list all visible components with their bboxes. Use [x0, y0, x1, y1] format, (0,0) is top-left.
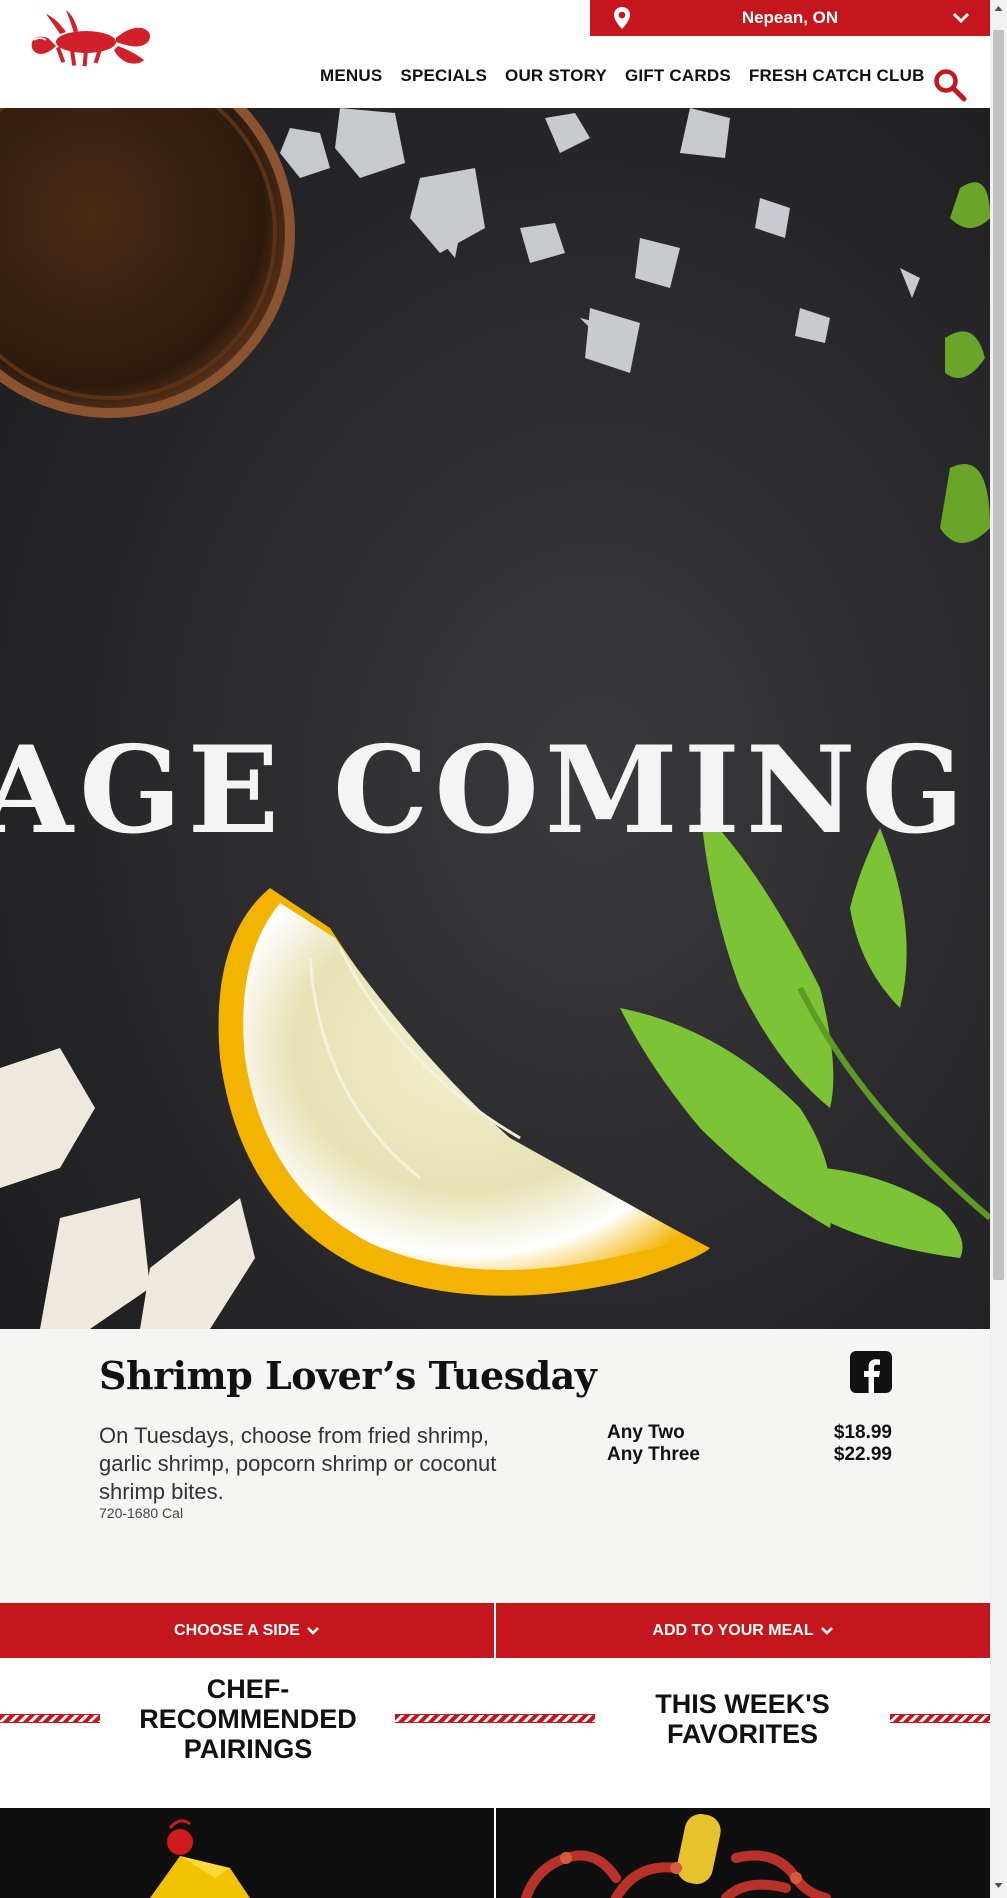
- main-nav: MENUS SPECIALS OUR STORY GIFT CARDS FRES…: [320, 66, 943, 86]
- meal-tabs: CHOOSE A SIDE ADD TO YOUR MEAL: [0, 1603, 990, 1658]
- feature-tiles: [0, 1808, 990, 1898]
- promo-panel: Shrimp Lover’s Tuesday On Tuesdays, choo…: [0, 1329, 990, 1603]
- page-scrollbar[interactable]: [990, 0, 1007, 1898]
- location-selector[interactable]: Nepean, ON: [590, 0, 990, 36]
- section-headings: CHEF-RECOMMENDED PAIRINGS THIS WEEK'S FA…: [0, 1658, 990, 1808]
- map-pin-icon: [614, 7, 630, 29]
- chevron-down-icon: [952, 12, 970, 24]
- hero-image: AGE COMING SO: [0, 108, 990, 1329]
- scroll-up-arrow-icon[interactable]: [994, 4, 1003, 13]
- lobster-logo[interactable]: [26, 8, 156, 72]
- favorites-tile[interactable]: [494, 1808, 990, 1898]
- search-icon[interactable]: [933, 68, 967, 102]
- hero-coming-soon-text: AGE COMING SO: [0, 720, 990, 861]
- nav-our-story[interactable]: OUR STORY: [505, 66, 607, 86]
- price-value: $18.99: [833, 1422, 892, 1443]
- add-to-your-meal-button[interactable]: ADD TO YOUR MEAL: [494, 1603, 990, 1658]
- rope-divider: [0, 1714, 100, 1723]
- pairings-heading[interactable]: CHEF-RECOMMENDED PAIRINGS: [118, 1674, 378, 1764]
- promo-calories: 720-1680 Cal: [99, 1505, 184, 1521]
- crab-legs-image: [521, 1813, 831, 1898]
- price-value: $22.99: [833, 1444, 892, 1465]
- price-row: Any Three $22.99: [607, 1444, 892, 1466]
- promo-title: Shrimp Lover’s Tuesday: [99, 1353, 597, 1398]
- promo-description: On Tuesdays, choose from fried shrimp, g…: [99, 1423, 497, 1504]
- nav-fresh-catch-club[interactable]: FRESH CATCH CLUB: [749, 66, 925, 86]
- price-label: Any Three: [607, 1444, 700, 1465]
- nav-gift-cards[interactable]: GIFT CARDS: [625, 66, 731, 86]
- price-row: Any Two $18.99: [607, 1422, 892, 1444]
- price-table: Any Two $18.99 Any Three $22.99: [607, 1422, 892, 1466]
- rope-divider: [395, 1714, 595, 1723]
- cocktail-image: [150, 1819, 250, 1898]
- favorites-heading[interactable]: THIS WEEK'S FAVORITES: [620, 1689, 865, 1749]
- chevron-down-icon: [820, 1626, 833, 1635]
- location-label: Nepean, ON: [741, 8, 839, 27]
- nav-menus[interactable]: MENUS: [320, 66, 382, 86]
- nav-specials[interactable]: SPECIALS: [400, 66, 487, 86]
- scroll-down-arrow-icon[interactable]: [994, 1881, 1003, 1890]
- pairing-tile[interactable]: [0, 1808, 494, 1898]
- add-to-your-meal-label: ADD TO YOUR MEAL: [652, 1621, 814, 1639]
- rope-divider: [890, 1714, 990, 1723]
- choose-a-side-button[interactable]: CHOOSE A SIDE: [0, 1603, 494, 1658]
- choose-a-side-label: CHOOSE A SIDE: [174, 1621, 300, 1639]
- chevron-down-icon: [307, 1626, 319, 1635]
- facebook-icon[interactable]: [850, 1351, 892, 1393]
- price-label: Any Two: [607, 1422, 685, 1443]
- scrollbar-thumb[interactable]: [993, 30, 1004, 1280]
- hero-photo: [0, 108, 990, 1329]
- site-header: Nepean, ON MENUS SPECIALS OUR STORY GIFT…: [0, 0, 990, 108]
